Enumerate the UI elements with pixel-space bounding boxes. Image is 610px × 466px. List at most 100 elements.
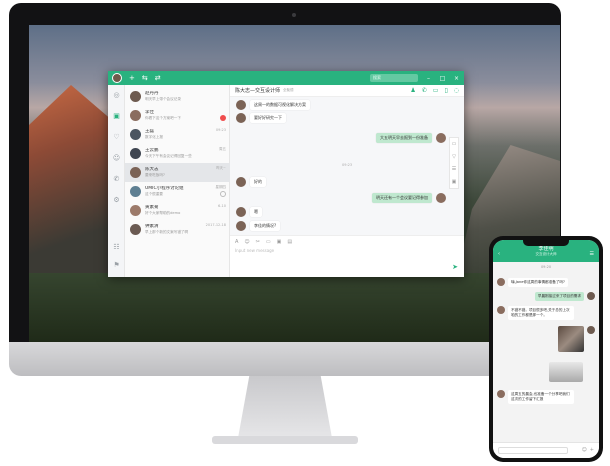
unread-badge <box>220 115 226 121</box>
list-item[interactable]: 赵丹丹 明天早上带个会议记录 <box>125 87 230 106</box>
maximize-button[interactable]: □ <box>439 75 446 82</box>
user-avatar[interactable] <box>112 73 122 83</box>
list-item[interactable]: UMIC小程序讨论组 这个很重要 星期四 <box>125 182 230 201</box>
avatar <box>436 133 446 143</box>
message-bubble: 要好好研究一下 <box>250 113 286 123</box>
settings-icon[interactable]: ⚙ <box>112 196 121 205</box>
contacts-icon[interactable]: ☺ <box>112 154 121 163</box>
message-incoming: 好的 <box>236 177 266 187</box>
font-icon[interactable]: A <box>235 239 238 245</box>
avatar <box>130 129 141 140</box>
list-item[interactable]: 王云鹏 今天下午有会议记得回复一些 周五 <box>125 144 230 163</box>
chat-timestamp: 09:23 <box>342 163 353 167</box>
monitor-stand <box>238 376 332 438</box>
monitor-foot <box>212 436 358 444</box>
avatar <box>130 224 141 235</box>
screen-icon[interactable]: ▭ <box>433 87 439 94</box>
list-item-selected[interactable]: 陈大志 要来吃饭吗? 昨天~ <box>125 163 230 182</box>
message-outgoing: 明天还有一个会议要记得参加 <box>372 193 446 203</box>
message-incoming: 这周五的晨会,也准备一个分享吧我们这次的工作留下汇报 <box>497 390 574 404</box>
favorites-icon[interactable]: ♡ <box>112 133 121 142</box>
send-icon[interactable]: ➤ <box>452 263 458 271</box>
history-icon[interactable]: ▤ <box>287 239 292 245</box>
avatar <box>497 278 505 286</box>
avatar <box>236 113 246 123</box>
image-message[interactable] <box>558 326 584 352</box>
chat-header: 陈大志—交互设计师 全聚德 ♟ ✆ ▭ ▯ ◌ <box>230 85 464 97</box>
message-incoming: 要好好研究一下 <box>236 113 286 123</box>
avatar <box>236 177 246 187</box>
chat-title: 陈大志—交互设计师 <box>235 88 281 94</box>
message-time: 周五 <box>219 147 226 151</box>
filter-icon[interactable]: ▽ <box>452 154 456 160</box>
list-item[interactable]: 黄素菊 好个大家帮助的demo 6-10 <box>125 201 230 220</box>
status-ring-icon <box>220 191 226 197</box>
avatar <box>130 91 141 102</box>
phone-device: ‹ 李佳明 交互设计大师 ☰ 09:20 嗨,Jane你这周的事情都准备了吗? … <box>489 236 603 462</box>
side-toolbar: ▭ ▽ ☰ ▣ <box>449 137 459 189</box>
list-item[interactable]: 李佳 你看下这个方案吧一下 <box>125 106 230 125</box>
message-preview: 今天下午有会议记得回复一些 <box>145 154 192 158</box>
minimize-button[interactable]: – <box>425 75 432 82</box>
message-incoming: 不错不错。项目很多吧,关于总的上次咱的工作都是那一个。 <box>497 306 574 320</box>
emoji-icon[interactable]: ☺ <box>244 239 249 245</box>
message-input[interactable]: Input new message <box>230 248 464 253</box>
message-time: 昨天~ <box>216 166 226 170</box>
mobile-icon[interactable]: ▯ <box>444 87 447 94</box>
phone-timestamp: 09:20 <box>540 265 552 269</box>
chat-subtitle: 全聚德 <box>283 88 294 92</box>
promo-scene: + ⇆ ⇄ 搜索 – □ × ◎ ▣ ♡ ☺ ✆ ⚙ ☷ ⚑ 赵丹丹 明天早上带个… <box>0 0 610 466</box>
file-icon[interactable]: ▭ <box>452 141 457 147</box>
screenshot-icon[interactable]: ✂ <box>256 239 260 245</box>
messages-icon[interactable]: ▣ <box>112 112 121 121</box>
group-icon[interactable]: ⇆ <box>142 74 148 82</box>
avatar <box>497 306 505 314</box>
phone-icon[interactable]: ✆ <box>112 175 121 184</box>
flag-icon[interactable]: ⚑ <box>112 261 121 270</box>
folder-icon[interactable]: ▣ <box>452 179 457 185</box>
list-item[interactable]: 王磊 数字化上报 09:23 <box>125 125 230 144</box>
message-bubble: 早晨刚接过来了项目的需求 <box>534 292 584 301</box>
phone-notch <box>523 240 569 246</box>
add-member-icon[interactable]: ♟ <box>410 87 415 94</box>
phone-message-input[interactable] <box>498 447 568 454</box>
avatar <box>236 207 246 217</box>
list-icon[interactable]: ☰ <box>452 166 456 172</box>
message-bubble: 嗯 <box>250 207 262 217</box>
avatar <box>497 390 505 398</box>
file-icon[interactable]: ▭ <box>266 239 271 245</box>
message-bubble: 好的 <box>250 177 266 187</box>
message-incoming: 李佳的情况? <box>236 221 281 231</box>
message-bubble: 李佳的情况? <box>250 221 281 231</box>
plus-icon[interactable]: + <box>590 447 594 453</box>
message-preview: 好个大家帮助的demo <box>145 211 181 215</box>
message-bubble: 这周一的数据可视化解决方案 <box>250 100 310 110</box>
phone-screen: ‹ 李佳明 交互设计大师 ☰ 09:20 嗨,Jane你这周的事情都准备了吗? … <box>493 240 599 458</box>
transfer-icon[interactable]: ⇄ <box>155 74 161 82</box>
message-outgoing: 早晨刚接过来了项目的需求 <box>534 292 595 301</box>
message-preview: 数字化上报 <box>145 135 163 139</box>
chat-app-window: + ⇆ ⇄ 搜索 – □ × ◎ ▣ ♡ ☺ ✆ ⚙ ☷ ⚑ 赵丹丹 明天早上带个… <box>108 71 464 277</box>
emoji-icon[interactable]: ☺ <box>582 447 587 453</box>
close-button[interactable]: × <box>453 75 460 82</box>
monitor-chin <box>9 342 561 376</box>
call-icon[interactable]: ✆ <box>422 87 427 94</box>
status-icon[interactable]: ◎ <box>112 91 121 100</box>
search-input[interactable]: 搜索 <box>370 74 418 82</box>
wallpaper-valley <box>29 273 560 343</box>
message-time: 6-10 <box>218 204 226 208</box>
image-icon[interactable]: ▣ <box>277 239 282 245</box>
message-incoming: 嗨,Jane你这周的事情都准备了吗? <box>497 278 568 287</box>
more-icon[interactable]: ◌ <box>454 87 459 94</box>
back-icon[interactable]: ‹ <box>498 251 500 257</box>
menu-icon[interactable]: ☰ <box>590 251 594 257</box>
message-incoming: 嗯 <box>236 207 262 217</box>
image-message[interactable] <box>549 362 583 382</box>
add-icon[interactable]: + <box>129 74 135 82</box>
menu-icon[interactable]: ☷ <box>112 243 121 252</box>
list-item[interactable]: 钟素清 早上那个新的文案写错了啊 2017-12-18 <box>125 220 230 239</box>
message-bubble: 大五明天早去报到一份准备 <box>376 133 432 143</box>
chat-panel: 陈大志—交互设计师 全聚德 ♟ ✆ ▭ ▯ ◌ 这周一的数据可视化解决方案 要好… <box>230 85 464 277</box>
avatar <box>130 167 141 178</box>
avatar <box>130 148 141 159</box>
